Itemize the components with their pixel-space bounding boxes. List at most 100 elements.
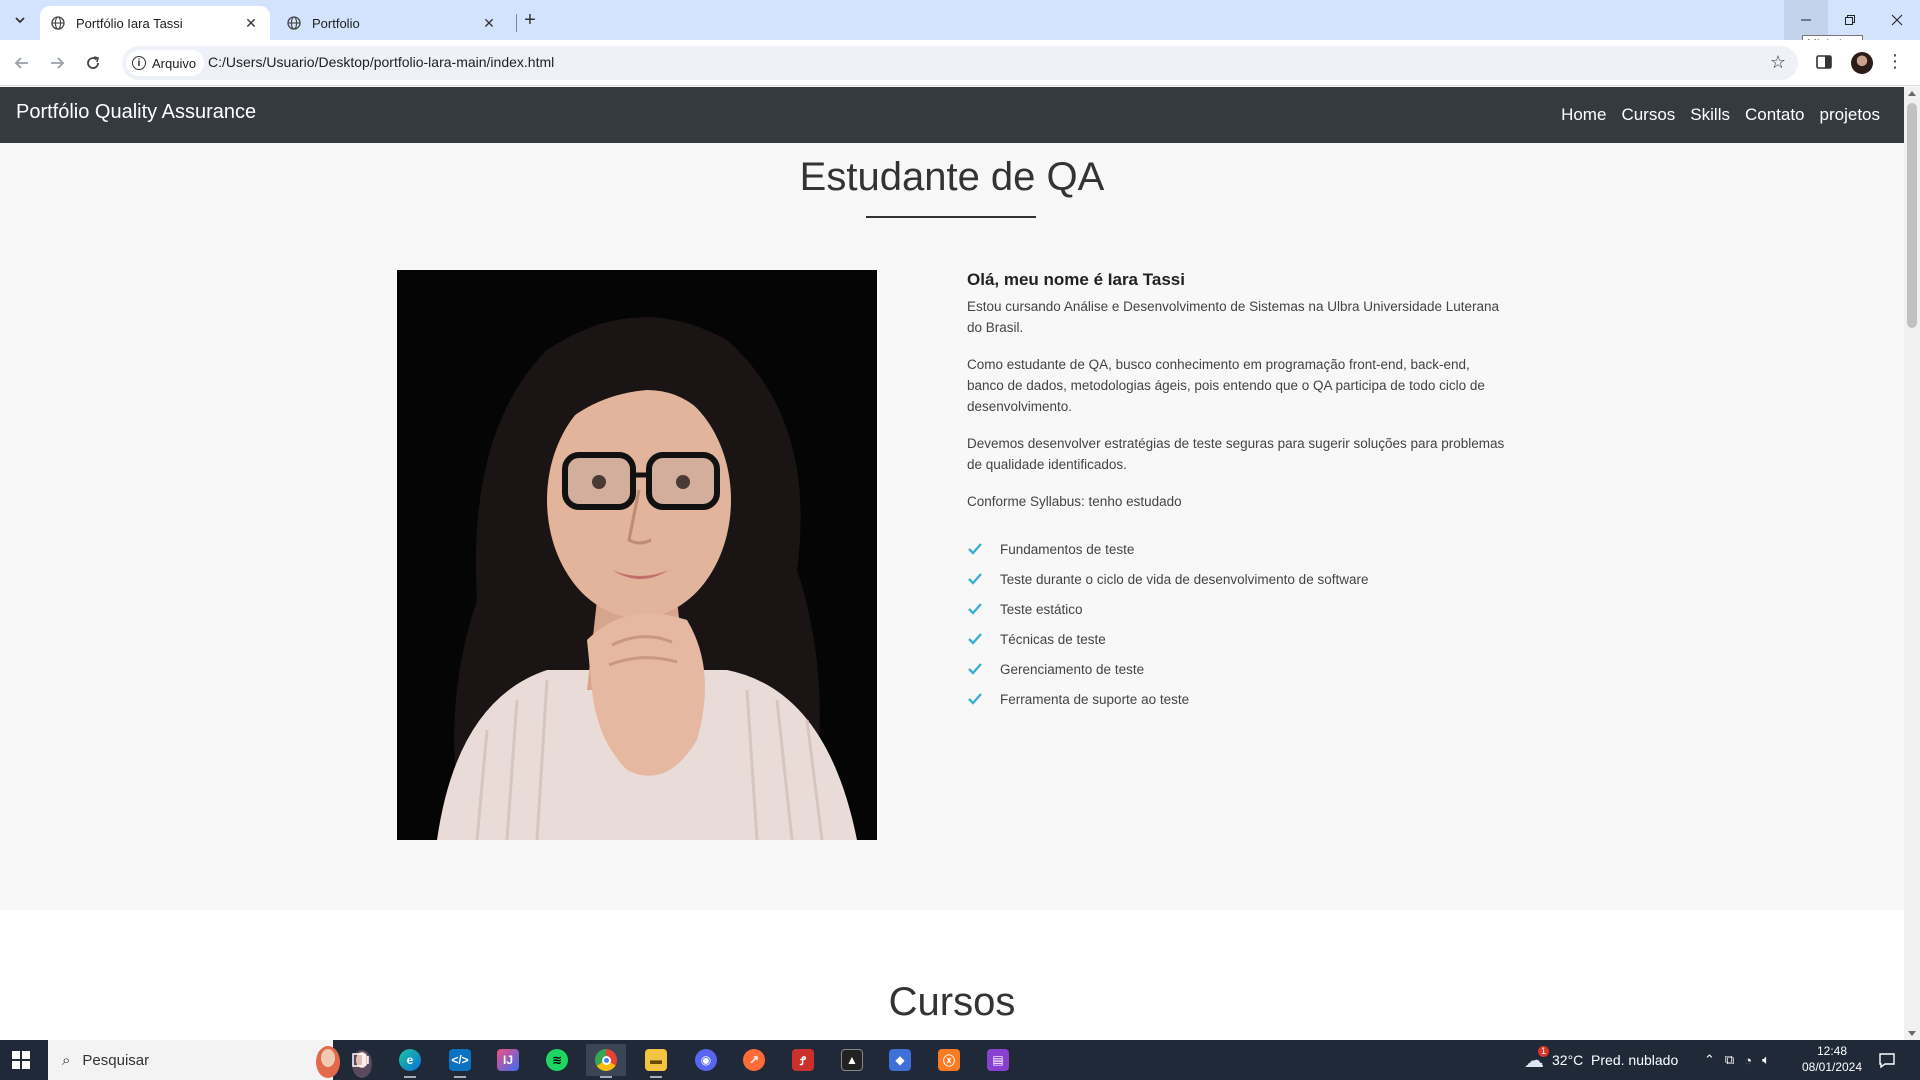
- site-navbar: Portfólio Quality Assurance Home Cursos …: [0, 87, 1904, 143]
- taskbar-search-placeholder: Pesquisar: [82, 1051, 150, 1069]
- discord-icon[interactable]: ◉: [686, 1044, 726, 1076]
- tab-portfolio[interactable]: Portfolio ✕: [276, 6, 508, 40]
- kebab-menu-icon[interactable]: ⋮: [1886, 51, 1904, 72]
- about-section: Estudante de QA Olá, meu nome é Iara Tas…: [0, 143, 1904, 910]
- profile-photo: [397, 270, 877, 840]
- virtualbox-icon[interactable]: ◆: [880, 1044, 920, 1076]
- scroll-up-arrow-icon[interactable]: [1908, 91, 1916, 96]
- tab-title: Portfolio: [312, 15, 360, 31]
- window-restore-button[interactable]: [1828, 0, 1872, 40]
- window-minimize-button[interactable]: [1784, 0, 1828, 40]
- system-tray: ⌃ ⧉ ◔ 🔈︎: [1704, 1040, 1770, 1080]
- bookmark-star-icon[interactable]: ☆: [1770, 52, 1786, 73]
- check-icon: [968, 543, 982, 555]
- volume-icon[interactable]: 🔈︎: [1762, 1052, 1770, 1068]
- cloud-weather-icon: ☁ 1: [1524, 1045, 1549, 1073]
- intellij-icon[interactable]: IJ: [488, 1044, 528, 1076]
- about-title: Estudante de QA: [799, 155, 1105, 199]
- tab-search-button[interactable]: [8, 8, 32, 32]
- tab-close-icon[interactable]: ✕: [242, 14, 260, 32]
- checklist-item: Teste estático: [967, 594, 1507, 624]
- checklist-label: Gerenciamento de teste: [1000, 661, 1145, 677]
- scroll-down-arrow-icon[interactable]: [1908, 1031, 1916, 1036]
- clock-date: 08/01/2024: [1801, 1060, 1863, 1074]
- cursos-section: Cursos: [0, 910, 1904, 1040]
- windows-taskbar: ⌕ Pesquisar e </> IJ ≋ ▬ ◉ ↗ Ꝭ ▲ ◆ ⓧ ▤ ☁…: [0, 1040, 1920, 1080]
- tab-close-icon[interactable]: ✕: [480, 14, 498, 32]
- weather-widget[interactable]: ☁ 1 32°C Pred. nublado: [1524, 1040, 1678, 1080]
- title-underline: [866, 216, 1036, 218]
- tab-separator: [516, 14, 517, 32]
- checklist-label: Ferramenta de suporte ao teste: [1000, 691, 1190, 707]
- side-panel-icon[interactable]: [1815, 53, 1835, 73]
- tab-portfolio-iara[interactable]: Portfólio Iara Tassi ✕: [40, 6, 270, 40]
- reload-icon[interactable]: [80, 50, 106, 76]
- checklist-label: Técnicas de teste: [1000, 631, 1106, 647]
- checklist-item: Fundamentos de teste: [967, 534, 1507, 564]
- url-text[interactable]: C:/Users/Usuario/Desktop/portfolio-lara-…: [208, 54, 554, 70]
- vscode-icon[interactable]: </>: [440, 1044, 480, 1078]
- scrollbar-thumb[interactable]: [1907, 103, 1917, 328]
- task-view-icon[interactable]: [340, 1044, 380, 1076]
- window-close-button[interactable]: [1874, 0, 1920, 40]
- minimize-icon: [1801, 19, 1811, 21]
- checklist-item: Gerenciamento de teste: [967, 654, 1507, 684]
- nav-link-skills[interactable]: Skills: [1690, 105, 1730, 125]
- edge-browser-icon[interactable]: e: [390, 1044, 430, 1078]
- notification-center-icon[interactable]: [1878, 1040, 1896, 1080]
- checklist-item: Teste durante o ciclo de vida de desenvo…: [967, 564, 1507, 594]
- search-icon: ⌕: [62, 1051, 71, 1069]
- clapper-app-icon[interactable]: ▤: [978, 1044, 1018, 1076]
- git-tool-icon[interactable]: Ꝭ: [783, 1044, 823, 1076]
- nav-link-projetos[interactable]: projetos: [1820, 105, 1880, 125]
- checklist-item: Ferramenta de suporte ao teste: [967, 684, 1507, 714]
- about-text: Olá, meu nome é Iara Tassi Estou cursand…: [967, 269, 1507, 714]
- checklist-label: Fundamentos de teste: [1000, 541, 1135, 557]
- nav-link-contato[interactable]: Contato: [1745, 105, 1805, 125]
- wifi-icon[interactable]: ◔: [1744, 1053, 1752, 1068]
- inkscape-icon[interactable]: ▲: [832, 1044, 872, 1076]
- forward-arrow-icon[interactable]: [44, 50, 70, 76]
- check-icon: [968, 663, 982, 675]
- about-paragraph: Conforme Syllabus: tenho estudado: [967, 494, 1182, 509]
- checklist-item: Técnicas de teste: [967, 624, 1507, 654]
- nav-link-home[interactable]: Home: [1561, 105, 1606, 125]
- globe-icon: [286, 15, 302, 31]
- close-icon: [1891, 14, 1903, 26]
- clock-time: 12:48: [1816, 1044, 1848, 1058]
- about-paragraph: Como estudante de QA, busco conhecimento…: [967, 357, 1485, 414]
- weather-text: 32°C Pred. nublado: [1552, 1052, 1679, 1068]
- spotify-icon[interactable]: ≋: [537, 1044, 577, 1076]
- site-info-chip[interactable]: i Arquivo: [126, 50, 205, 76]
- check-icon: [968, 573, 982, 585]
- nav-links: Home Cursos Skills Contato projetos: [1561, 105, 1880, 125]
- checklist-label: Teste durante o ciclo de vida de desenvo…: [1000, 571, 1369, 587]
- new-tab-plus-icon[interactable]: +: [518, 8, 542, 32]
- profile-avatar[interactable]: [1851, 52, 1873, 74]
- nav-link-cursos[interactable]: Cursos: [1621, 105, 1675, 125]
- info-icon: i: [132, 56, 146, 70]
- check-icon: [968, 693, 982, 705]
- chrome-icon[interactable]: [586, 1044, 626, 1078]
- meet-now-icon[interactable]: ⧉: [1725, 1052, 1734, 1068]
- page-scrollbar[interactable]: [1904, 87, 1920, 1040]
- address-bar[interactable]: i Arquivo C:/Users/Usuario/Desktop/portf…: [122, 46, 1798, 80]
- about-heading: Olá, meu nome é Iara Tassi: [967, 270, 1185, 289]
- windows-start-icon[interactable]: [12, 1051, 30, 1069]
- postman-icon[interactable]: ↗: [734, 1044, 774, 1076]
- site-brand[interactable]: Portfólio Quality Assurance: [16, 101, 256, 124]
- xampp-icon[interactable]: ⓧ: [929, 1044, 969, 1076]
- about-paragraph: Devemos desenvolver estratégias de teste…: [967, 436, 1505, 472]
- taskbar-clock[interactable]: 12:48 08/01/2024: [1796, 1043, 1868, 1075]
- security-label: Arquivo: [152, 55, 197, 71]
- back-arrow-icon[interactable]: [9, 50, 35, 76]
- globe-icon: [50, 15, 66, 31]
- check-icon: [968, 603, 982, 615]
- file-explorer-icon[interactable]: ▬: [636, 1044, 676, 1078]
- chevron-down-icon: [15, 17, 25, 24]
- weather-badge: 1: [1538, 1045, 1549, 1057]
- chevron-up-icon[interactable]: ⌃: [1704, 1052, 1715, 1068]
- check-icon: [968, 633, 982, 645]
- checklist-label: Teste estático: [1000, 601, 1083, 617]
- taskbar-search-box[interactable]: ⌕ Pesquisar: [48, 1040, 372, 1080]
